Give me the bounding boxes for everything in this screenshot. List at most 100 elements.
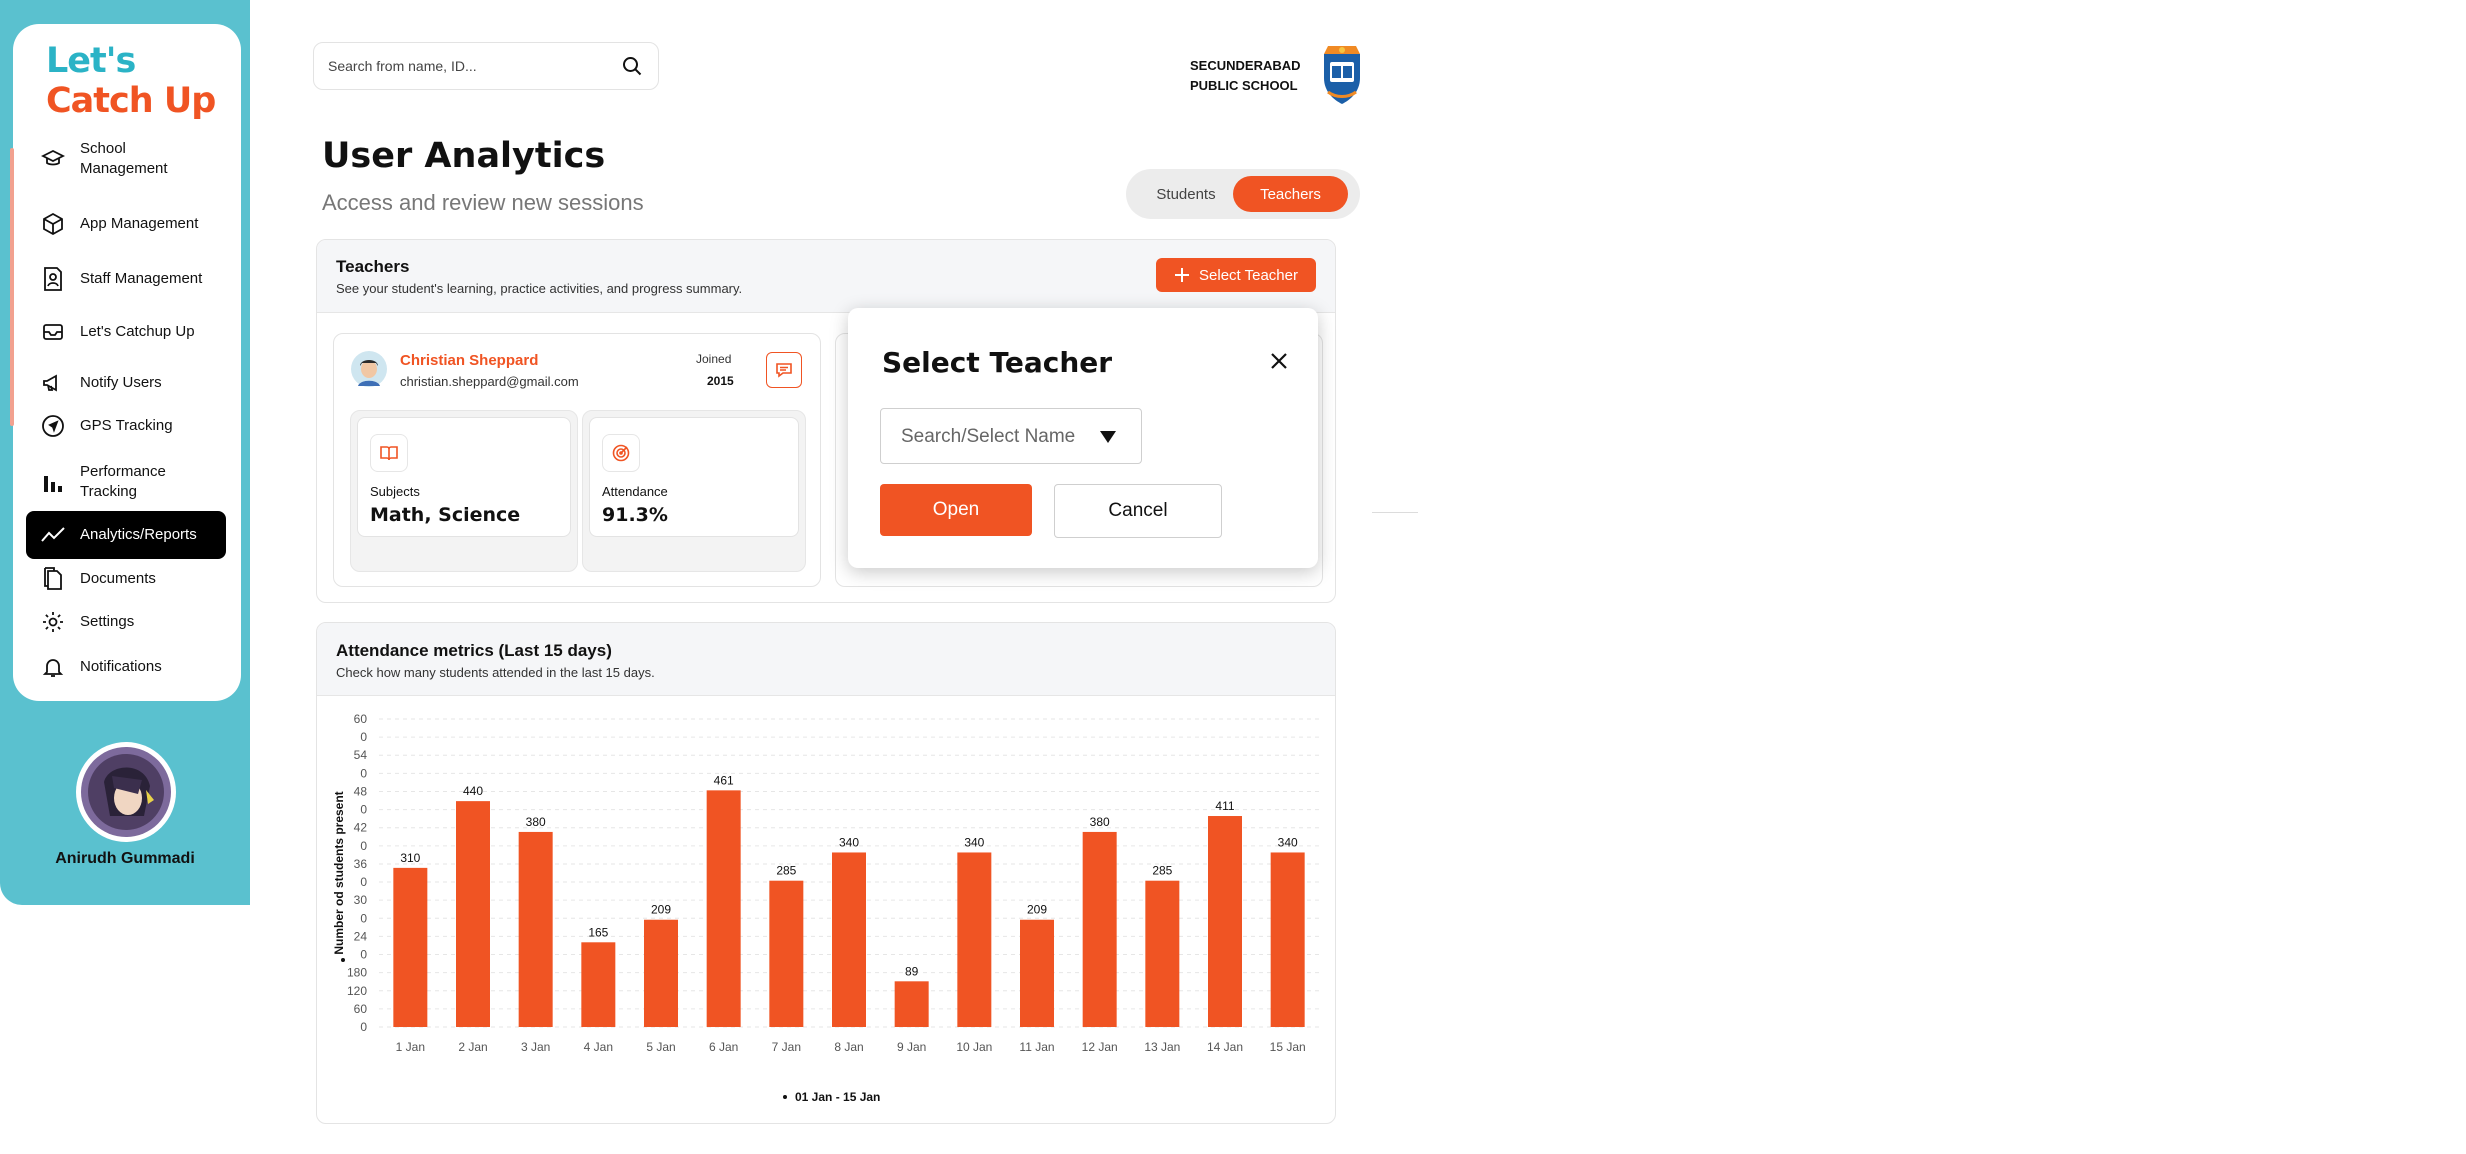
- sidebar-item-performance-tracking[interactable]: Performance Tracking: [26, 456, 226, 508]
- search-input[interactable]: Search from name, ID...: [313, 42, 659, 90]
- sidebar-item-school-management[interactable]: School Management: [26, 136, 226, 182]
- sidebar-item-label: Let's Catchup Up: [80, 322, 195, 340]
- tab-students[interactable]: Students: [1134, 176, 1238, 212]
- x-tick-label: 5 Jan: [646, 1040, 675, 1054]
- sidebar-item-gps-tracking[interactable]: GPS Tracking: [26, 403, 226, 449]
- staff-badge-icon: [40, 266, 66, 292]
- x-tick-label: 14 Jan: [1207, 1040, 1243, 1054]
- x-tick-label: 7 Jan: [772, 1040, 801, 1054]
- trend-line-icon: [40, 522, 66, 548]
- book-icon: [370, 434, 408, 472]
- y-tick-label: 0: [360, 1020, 367, 1034]
- sidebar-item-label: Performance Tracking: [80, 462, 166, 500]
- sidebar-item-notifications[interactable]: Notifications: [26, 644, 226, 690]
- user-type-toggle: Students Teachers: [1126, 169, 1360, 219]
- subjects-value: Math, Science: [370, 504, 521, 526]
- chart-bar: [832, 852, 866, 1027]
- x-tick-label: 13 Jan: [1144, 1040, 1180, 1054]
- x-tick-label: 1 Jan: [396, 1040, 425, 1054]
- open-button[interactable]: Open: [880, 484, 1032, 536]
- message-button[interactable]: [766, 352, 802, 388]
- bar-value-label: 340: [839, 835, 859, 849]
- y-tick-label: 48: [354, 784, 368, 798]
- target-icon: [602, 434, 640, 472]
- school-name-line2: PUBLIC SCHOOL: [1190, 78, 1298, 93]
- bar-value-label: 310: [400, 851, 420, 865]
- bar-chart-icon: [40, 469, 66, 495]
- y-tick-label: 42: [354, 821, 368, 835]
- brand-logo-line1: Let's: [46, 41, 136, 81]
- x-tick-label: 8 Jan: [834, 1040, 863, 1054]
- documents-icon: [40, 566, 66, 592]
- sidebar-item-label: Notify Users: [80, 373, 162, 391]
- y-tick-label: 180: [347, 966, 367, 980]
- subjects-stat: Subjects Math, Science: [350, 410, 578, 572]
- chart-bar: [1270, 852, 1305, 1027]
- teacher-name[interactable]: Christian Sheppard: [400, 352, 538, 369]
- joined-label: Joined: [696, 352, 732, 366]
- plus-icon: [1174, 267, 1190, 283]
- sidebar-item-label: GPS Tracking: [80, 416, 173, 434]
- teacher-email: christian.sheppard@gmail.com: [400, 374, 579, 389]
- y-tick-label: 60: [354, 712, 368, 726]
- sidebar-item-label: Settings: [80, 612, 135, 630]
- select-teacher-button[interactable]: Select Teacher: [1156, 258, 1316, 292]
- chat-icon: [775, 361, 793, 379]
- y-tick-label: 0: [360, 911, 367, 925]
- y-tick-label: 60: [354, 1002, 368, 1016]
- bar-value-label: 380: [526, 815, 546, 829]
- chart-bar: [769, 880, 804, 1027]
- teacher-select-placeholder: Search/Select Name: [901, 426, 1076, 447]
- graduation-cap-icon: [40, 146, 66, 172]
- teacher-select-dropdown[interactable]: Search/Select Name: [880, 408, 1142, 464]
- attendance-panel: Attendance metrics (Last 15 days) Check …: [316, 622, 1336, 1124]
- bar-value-label: 165: [588, 925, 608, 939]
- chart-bar: [644, 919, 678, 1027]
- y-tick-label: 0: [360, 839, 367, 853]
- brand-logo-line2: Catch Up: [46, 81, 216, 121]
- chart-bar: [1208, 816, 1242, 1027]
- sidebar-item-lets-catchup-up[interactable]: Let's Catchup Up: [26, 309, 226, 355]
- x-tick-label: 9 Jan: [897, 1040, 926, 1054]
- y-tick-label: 0: [360, 803, 367, 817]
- search-icon[interactable]: [620, 54, 644, 83]
- gear-icon: [40, 609, 66, 635]
- chart-bar: [518, 831, 553, 1027]
- page-subtitle: Access and review new sessions: [322, 190, 644, 215]
- sidebar-item-label: App Management: [80, 214, 199, 232]
- close-icon[interactable]: [1270, 352, 1288, 375]
- sidebar-item-staff-management[interactable]: Staff Management: [26, 256, 226, 302]
- cancel-button[interactable]: Cancel: [1054, 484, 1222, 538]
- y-axis-legend-dot: [341, 958, 345, 962]
- sidebar-item-documents[interactable]: Documents: [26, 556, 226, 602]
- select-teacher-button-label: Select Teacher: [1199, 266, 1298, 284]
- x-tick-label: 4 Jan: [584, 1040, 613, 1054]
- tab-teachers[interactable]: Teachers: [1233, 176, 1348, 212]
- chart-bar: [1020, 919, 1054, 1027]
- teachers-panel-header: Teachers See your student's learning, pr…: [317, 240, 1335, 313]
- chart-bar: [1082, 831, 1117, 1027]
- chart-bar: [706, 790, 741, 1027]
- avatar: [350, 350, 388, 393]
- avatar[interactable]: [76, 742, 176, 842]
- bar-value-label: 340: [1278, 835, 1298, 849]
- bar-value-label: 89: [905, 964, 919, 978]
- teachers-panel-description: See your student's learning, practice ac…: [336, 281, 743, 296]
- modal-title: Select Teacher: [882, 346, 1113, 379]
- bar-value-label: 285: [1152, 864, 1172, 878]
- sidebar-item-app-management[interactable]: App Management: [26, 201, 226, 247]
- sidebar-item-analytics-reports[interactable]: Analytics/Reports: [26, 511, 226, 559]
- y-tick-label: 0: [360, 730, 367, 744]
- user-name: Anirudh Gummadi: [55, 850, 195, 867]
- page-title: User Analytics: [322, 136, 606, 176]
- school-crest-icon: [1316, 42, 1368, 111]
- x-tick-label: 6 Jan: [709, 1040, 738, 1054]
- caret-down-icon: [1099, 430, 1117, 449]
- y-tick-label: 54: [354, 748, 368, 762]
- y-tick-label: 0: [360, 875, 367, 889]
- sidebar-item-notify-users[interactable]: Notify Users: [26, 360, 226, 406]
- sidebar-item-settings[interactable]: Settings: [26, 599, 226, 645]
- attendance-bar-chart: 0 60 120 180 0 24 0 30 0 36 0 42 0 48 0 54 0 60 310 1 Jan 44…: [332, 712, 1319, 1104]
- y-tick-label: 0: [360, 948, 367, 962]
- select-teacher-modal: Select Teacher Search/Select Name Open C…: [848, 308, 1318, 568]
